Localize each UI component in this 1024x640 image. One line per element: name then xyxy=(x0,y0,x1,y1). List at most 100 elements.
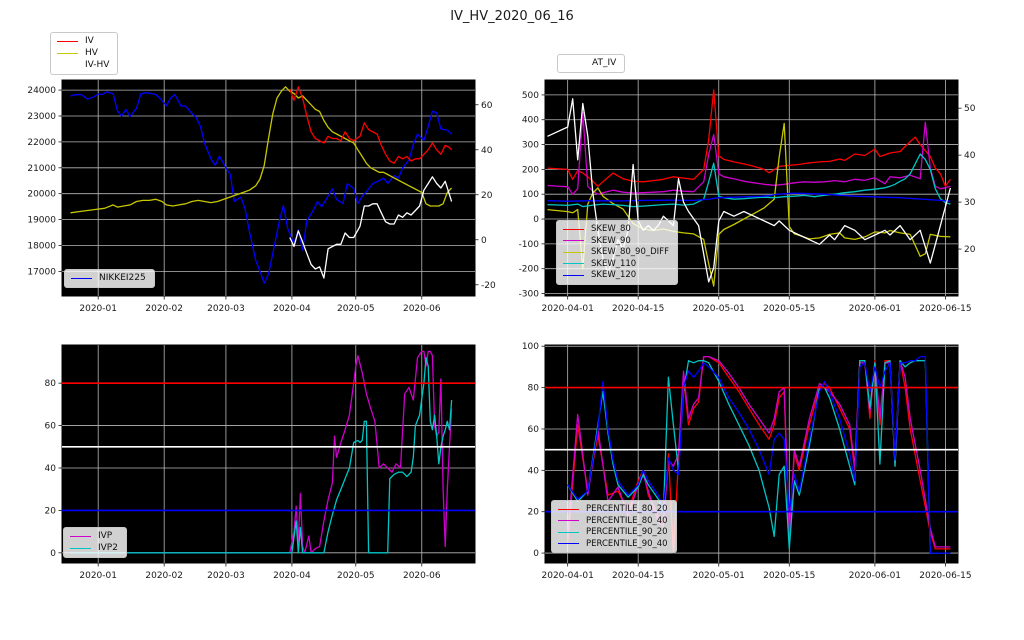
x-tick-label: 2020-03 xyxy=(207,571,245,581)
series-group xyxy=(71,351,452,552)
legend-label: IVP xyxy=(98,532,112,541)
series-group xyxy=(548,90,951,286)
chart-nikkei-iv-hv: 2020-012020-022020-032020-042020-052020-… xyxy=(0,0,1024,640)
series-PERCENTILE_90_40 xyxy=(568,357,951,553)
y-left-tick-label: 0 xyxy=(533,215,539,225)
x-tick-label: 2020-04-15 xyxy=(612,304,664,314)
x-tick-label: 2020-06-15 xyxy=(919,304,971,314)
legend-swatch-icon xyxy=(563,252,584,253)
x-tick-label: 2020-01 xyxy=(79,571,117,581)
legend-label: SKEW_90 xyxy=(591,237,631,246)
legend-label: HV xyxy=(85,49,98,58)
y-left-tick-label: -300 xyxy=(519,290,540,300)
y-left-tick-label: 22000 xyxy=(27,138,56,148)
series-HV xyxy=(71,87,452,213)
legend-entry-PERCENTILE_80_40: PERCENTILE_80_40 xyxy=(558,517,668,526)
legend-label: PERCENTILE_80_40 xyxy=(586,517,668,526)
figure: IV_HV_2020_06_16 2020-012020-022020-0320… xyxy=(0,0,1024,640)
y-left-tick-label: 23000 xyxy=(27,112,56,122)
tick-marks xyxy=(542,346,946,566)
legend-swatch-icon xyxy=(57,53,78,54)
x-tick-label: 2020-04-01 xyxy=(542,571,594,581)
x-tick-label: 2020-06 xyxy=(403,304,441,314)
y-left-tick-label: 300 xyxy=(522,141,539,151)
y-left-tick-label: 19000 xyxy=(27,216,56,226)
y-right-tick-label: 20 xyxy=(964,245,976,255)
chart-svg-at_iv_skew: 2020-04-012020-04-152020-05-012020-05-15… xyxy=(487,66,1004,328)
y-left-tick-label: 21000 xyxy=(27,164,56,174)
y-right-tick-label: 50 xyxy=(964,104,976,114)
y-left-tick-label: 60 xyxy=(45,422,57,432)
y-left-tick-label: 20000 xyxy=(27,190,56,200)
x-tick-label: 2020-05-01 xyxy=(693,571,745,581)
x-tick-label: 2020-03 xyxy=(207,304,245,314)
y-left-tick-label: 20 xyxy=(45,506,57,516)
y-right-tick-label: 60 xyxy=(481,101,493,111)
x-tick-label: 2020-04-01 xyxy=(542,304,594,314)
legend-swatch-icon xyxy=(57,65,78,66)
legend-price_iv_hv-1: NIKKEI225 xyxy=(64,269,155,288)
chart-ativ-skew: 2020-04-01 2020-04-15 2020-05-01 2020-05-15… xyxy=(0,0,1024,640)
x-tick-label: 2020-06-01 xyxy=(849,304,901,314)
x-tick-label: 2020-06-01 xyxy=(849,571,901,581)
x-tick-label: 2020-06 xyxy=(403,571,441,581)
tick-marks xyxy=(59,383,422,566)
legend-swatch-icon xyxy=(70,536,91,537)
series-group xyxy=(568,357,951,553)
plot-area xyxy=(545,345,958,563)
grid xyxy=(62,345,475,563)
series-SKEW_120 xyxy=(548,193,951,201)
x-tick-label: 2020-05 xyxy=(337,304,375,314)
y-left-tick-label: -200 xyxy=(519,265,540,275)
y-right-tick-label: 30 xyxy=(964,198,976,208)
legend-label: SKEW_110 xyxy=(591,260,636,269)
legend-entry-NIKKEI225: NIKKEI225 xyxy=(71,274,146,283)
y-right-tick-label: 40 xyxy=(481,146,493,156)
legend-label: IV-HV xyxy=(85,61,109,70)
legend-label: PERCENTILE_90_40 xyxy=(586,540,668,549)
legend-entry-HV: HV xyxy=(57,49,109,58)
plot-area xyxy=(62,80,475,296)
chart-ivp: 2020-012020-022020-032020-042020-052020-… xyxy=(0,0,1024,640)
legend-ivp-0: IVP IVP2 xyxy=(63,527,127,558)
tick-marks xyxy=(542,95,962,300)
legend-at_iv_skew-0: AT_IV xyxy=(557,54,625,73)
legend-entry-SKEW_110: SKEW_110 xyxy=(563,260,669,269)
y-left-tick-label: 60 xyxy=(528,425,540,435)
series-PERCENTILE_90_20 xyxy=(568,361,951,553)
legend-entry-IVP2: IVP2 xyxy=(70,544,118,553)
x-tick-label: 2020-02 xyxy=(145,304,183,314)
plot-area xyxy=(545,80,958,296)
series-IVP xyxy=(71,351,452,552)
y-right-tick-label: 0 xyxy=(481,236,487,246)
series-IV-HV xyxy=(290,177,452,278)
legend-label: SKEW_80 xyxy=(591,225,631,234)
y-right-tick-label: 40 xyxy=(964,151,976,161)
series-NIKKEI225 xyxy=(71,92,452,283)
chart-svg-ivp: 2020-012020-022020-032020-042020-052020-… xyxy=(4,331,521,595)
legend-label: SKEW_80_90_DIFF xyxy=(591,248,669,257)
x-tick-label: 2020-05-15 xyxy=(763,571,815,581)
y-left-tick-label: 24000 xyxy=(27,86,56,96)
legend-swatch-icon xyxy=(564,63,585,64)
y-left-tick-label: -100 xyxy=(519,240,540,250)
legend-label: IV xyxy=(85,37,94,46)
y-left-tick-label: 400 xyxy=(522,116,539,126)
y-left-tick-label: 18000 xyxy=(27,241,56,251)
legend-swatch-icon xyxy=(70,548,91,549)
x-tick-label: 2020-04 xyxy=(273,571,311,581)
legend-entry-PERCENTILE_90_20: PERCENTILE_90_20 xyxy=(558,528,668,537)
series-IV xyxy=(290,87,452,164)
chart-percentile: 2020-04-01 2020-04-15 2020-05-01 2020-05-15… xyxy=(0,0,1024,640)
y-left-tick-label: 200 xyxy=(522,165,539,175)
x-tick-label: 2020-04 xyxy=(273,304,311,314)
legend-entry-PERCENTILE_90_40: PERCENTILE_90_40 xyxy=(558,540,668,549)
x-tick-label: 2020-05 xyxy=(337,571,375,581)
legend-swatch-icon xyxy=(563,229,584,230)
legend-swatch-icon xyxy=(558,532,579,533)
x-tick-label: 2020-06-15 xyxy=(919,571,971,581)
series-SKEW_80 xyxy=(548,90,951,186)
legend-swatch-icon xyxy=(558,543,579,544)
y-left-tick-label: 100 xyxy=(522,342,539,352)
legend-swatch-icon xyxy=(71,278,92,279)
